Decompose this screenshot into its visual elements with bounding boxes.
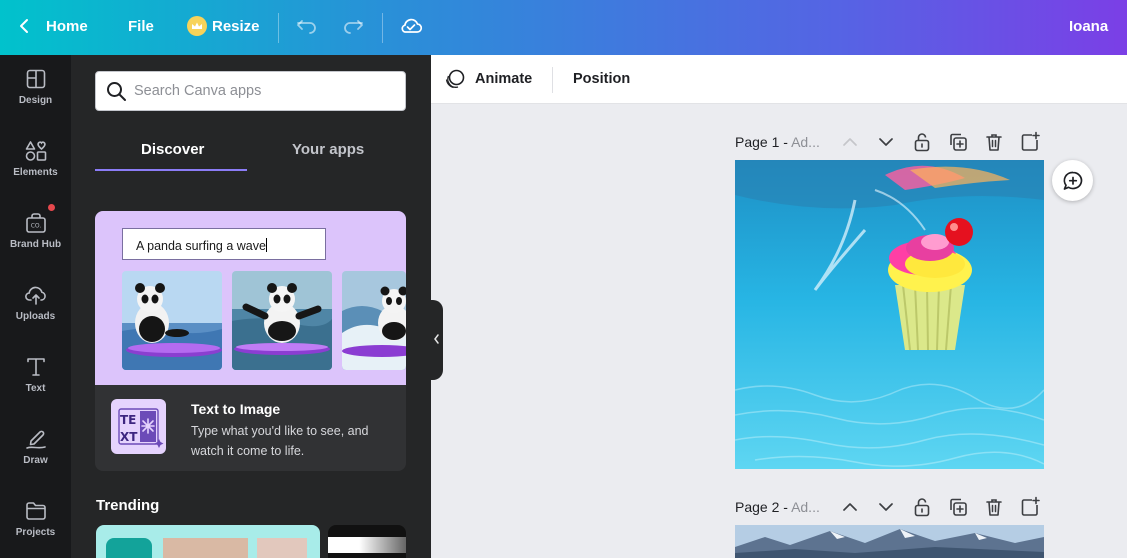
panda-surf-image	[232, 271, 332, 370]
divider	[278, 13, 279, 43]
card-title: Text to Image	[191, 401, 281, 417]
rail-label: Draw	[23, 455, 48, 466]
user-name[interactable]: Ioana	[1069, 0, 1108, 52]
panda-surf-image	[342, 271, 406, 370]
undo-button[interactable]	[296, 0, 318, 52]
cloud-check-icon	[401, 18, 423, 33]
trending-card[interactable]	[96, 525, 320, 558]
shapes-icon	[25, 141, 46, 161]
canvas-page-2[interactable]	[735, 525, 1044, 558]
home-label: Home	[46, 17, 88, 35]
rail-item-draw[interactable]: Draw	[0, 425, 71, 485]
chevron-down-icon[interactable]	[875, 496, 897, 518]
chevron-left-icon	[434, 334, 439, 344]
trending-thumb	[163, 538, 248, 558]
file-menu-button[interactable]: File	[128, 0, 154, 52]
notification-dot	[48, 204, 55, 211]
trending-card[interactable]	[328, 525, 406, 558]
text-caret	[265, 238, 267, 252]
duplicate-icon[interactable]	[947, 496, 969, 518]
add-comment-button[interactable]	[1052, 160, 1093, 201]
search-input[interactable]	[134, 80, 394, 102]
trending-heading: Trending	[96, 497, 160, 514]
text-to-image-card[interactable]: A panda surfing a wave TE XT Text to Ima…	[95, 211, 406, 471]
card-description: Type what you'd like to see, and watch i…	[191, 424, 369, 458]
home-button[interactable]: Home	[18, 0, 88, 52]
apps-panel: Discover Your apps A panda surfing a wav…	[71, 55, 431, 558]
add-page-icon[interactable]	[1019, 496, 1041, 518]
panda-surf-image	[122, 271, 222, 370]
duplicate-icon[interactable]	[947, 131, 969, 153]
page-title[interactable]: Page 1 - Ad...	[735, 134, 820, 150]
divider	[552, 67, 553, 93]
prompt-input-preview: A panda surfing a wave	[122, 228, 326, 260]
tab-discover[interactable]: Discover	[141, 141, 204, 158]
resize-label: Resize	[212, 17, 260, 35]
animate-button[interactable]: Animate	[444, 55, 532, 103]
text-to-image-icon: TE XT	[111, 399, 166, 454]
rail-item-elements[interactable]: Elements	[0, 137, 71, 197]
top-bar: Home File Resize Ioana	[0, 0, 1127, 55]
text-icon	[26, 358, 45, 376]
search-icon	[107, 82, 126, 101]
trending-thumb	[257, 538, 307, 558]
rail-label: Text	[25, 383, 46, 394]
comment-plus-icon	[1063, 171, 1082, 190]
context-toolbar: Animate Position	[431, 55, 1127, 104]
mountain-image	[735, 525, 1044, 558]
redo-icon	[344, 20, 363, 34]
save-status-button[interactable]	[399, 0, 423, 52]
chevron-up-icon[interactable]	[839, 496, 861, 518]
chevron-left-icon	[20, 19, 28, 33]
crown-icon	[187, 16, 207, 36]
rail-item-projects[interactable]: Projects	[0, 497, 71, 557]
lock-icon[interactable]	[911, 131, 933, 153]
add-page-icon[interactable]	[1019, 131, 1041, 153]
rail-label: Elements	[13, 167, 58, 178]
underwater-cupcake-image	[735, 160, 1044, 469]
tab-your-apps[interactable]: Your apps	[292, 141, 364, 158]
layout-icon	[26, 69, 45, 89]
divider	[382, 13, 383, 43]
svg-text:CO.: CO.	[30, 223, 41, 230]
chevron-down-icon[interactable]	[875, 131, 897, 153]
rail-item-brand-hub[interactable]: CO. Brand Hub	[0, 204, 71, 269]
rail-label: Projects	[15, 527, 56, 538]
redo-button[interactable]	[342, 0, 364, 52]
rail-label: Uploads	[15, 311, 56, 322]
trending-thumb	[328, 537, 406, 553]
chevron-up-icon[interactable]	[839, 131, 861, 153]
app-search[interactable]	[95, 71, 406, 111]
page-title[interactable]: Page 2 - Ad...	[735, 499, 820, 515]
lock-icon[interactable]	[911, 496, 933, 518]
trending-app-icon	[106, 538, 152, 558]
canvas-page-1[interactable]	[735, 160, 1044, 469]
trash-icon[interactable]	[983, 131, 1005, 153]
undo-icon	[297, 20, 316, 34]
rail-item-text[interactable]: Text	[0, 353, 71, 413]
position-button[interactable]: Position	[573, 55, 630, 103]
collapse-panel-handle[interactable]	[431, 300, 443, 380]
folder-icon	[25, 502, 46, 520]
active-tab-indicator	[95, 169, 247, 171]
trash-icon[interactable]	[983, 496, 1005, 518]
card-preview: A panda surfing a wave	[95, 211, 406, 385]
svg-text:TE: TE	[120, 413, 136, 427]
rail-item-uploads[interactable]: Uploads	[0, 281, 71, 341]
animate-icon	[445, 69, 465, 89]
side-rail: Design Elements CO. Brand Hub Uploads Te…	[0, 55, 71, 558]
pen-icon	[25, 430, 46, 449]
brand-icon: CO.	[25, 213, 46, 233]
cloud-upload-icon	[24, 286, 46, 305]
rail-item-design[interactable]: Design	[0, 65, 71, 125]
rail-label: Design	[18, 95, 53, 106]
file-label: File	[128, 17, 154, 35]
resize-button[interactable]: Resize	[187, 0, 260, 52]
svg-text:XT: XT	[120, 430, 138, 444]
rail-label: Brand Hub	[9, 239, 62, 250]
